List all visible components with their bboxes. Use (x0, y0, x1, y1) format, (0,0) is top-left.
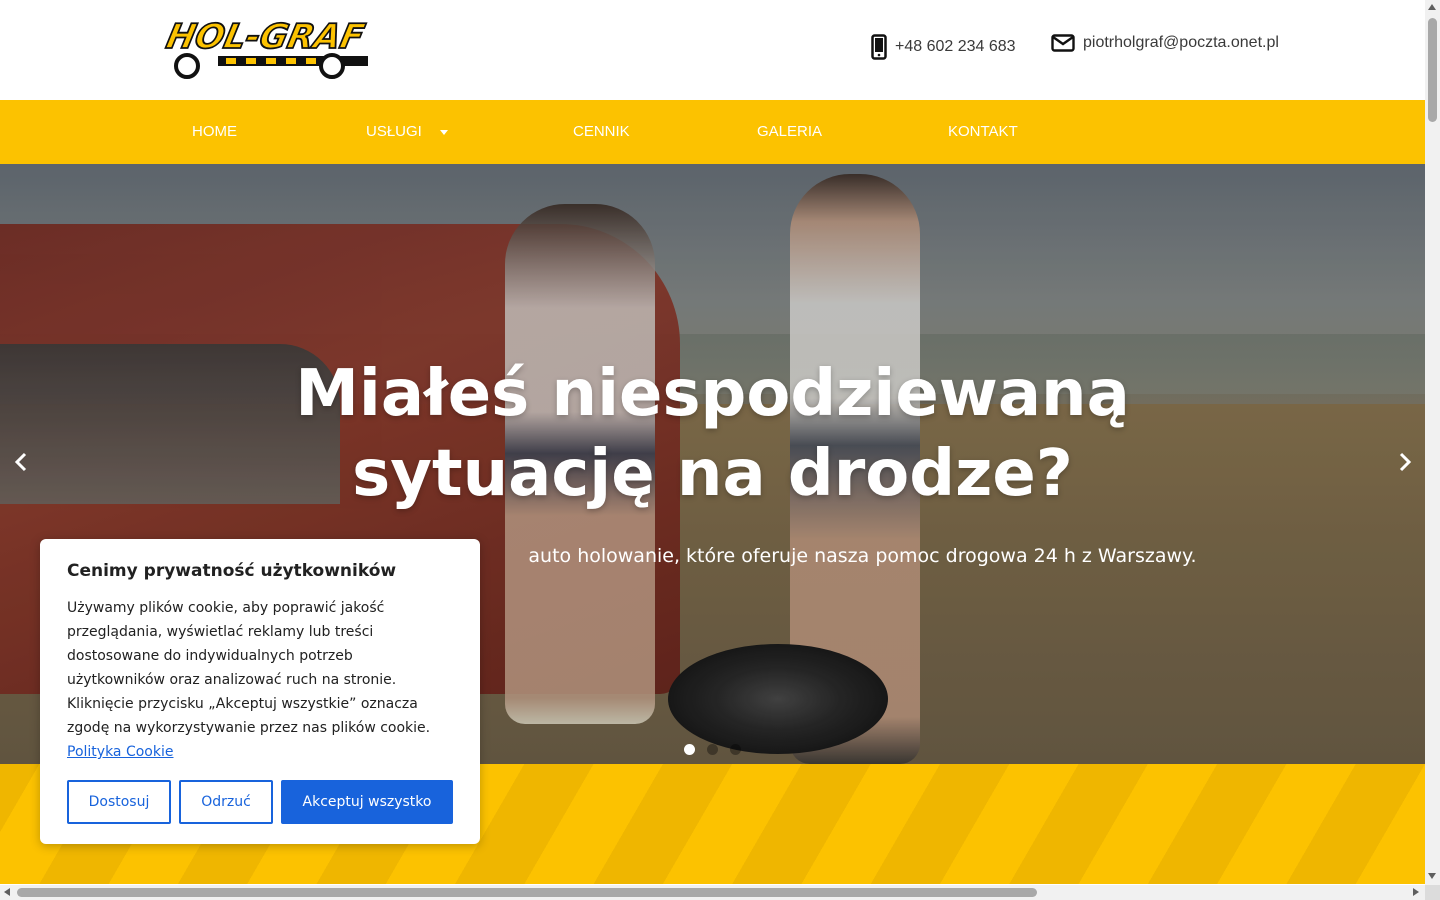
phone-number[interactable]: +48 602 234 683 (895, 38, 1016, 56)
horizontal-scroll-thumb[interactable] (17, 888, 1037, 897)
nav-item-label: USŁUGI (366, 123, 422, 140)
hero-title: Miałeś niespodziewaną sytuację na drodze… (0, 354, 1425, 514)
nav-item-label: GALERIA (757, 123, 823, 140)
slider-next-button[interactable] (1390, 447, 1420, 477)
chevron-down-icon (439, 129, 448, 135)
site-header: HOL-GRAF +48 602 234 683 piotrholgraf@po… (0, 0, 1425, 100)
site-logo[interactable]: HOL-GRAF (160, 14, 390, 82)
nav-item-kontakt[interactable]: KONTAKT (948, 100, 1018, 164)
logo-wordmark: HOL-GRAF (163, 17, 369, 57)
nav-item-uslugi[interactable]: USŁUGI (366, 100, 448, 164)
scroll-up-arrow-icon[interactable] (1428, 4, 1436, 10)
cookie-consent-dialog: Cenimy prywatność użytkowników Używamy p… (40, 539, 480, 844)
slider-dot-3[interactable] (730, 744, 741, 755)
nav-item-cennik[interactable]: CENNIK (573, 100, 630, 164)
scroll-right-arrow-icon[interactable] (1413, 888, 1419, 896)
slider-prev-button[interactable] (6, 447, 36, 477)
customize-button[interactable]: Dostosuj (67, 780, 171, 824)
horizontal-scrollbar[interactable] (0, 885, 1425, 900)
cookie-policy-link[interactable]: Polityka Cookie (67, 744, 173, 760)
main-nav: HOME USŁUGI CENNIK GALERIA KONTAKT (0, 100, 1425, 164)
scrollbar-corner (1425, 885, 1440, 900)
slider-dot-2[interactable] (707, 744, 718, 755)
hero-title-line2: sytuację na drodze? (352, 437, 1073, 511)
header-phone[interactable]: +48 602 234 683 (871, 34, 1016, 60)
vertical-scroll-thumb[interactable] (1428, 18, 1437, 122)
scroll-down-arrow-icon[interactable] (1428, 873, 1436, 879)
scroll-left-arrow-icon[interactable] (4, 888, 10, 896)
nav-item-label: CENNIK (573, 123, 630, 140)
nav-item-label: HOME (192, 123, 237, 140)
email-address[interactable]: piotrholgraf@poczta.onet.pl (1083, 34, 1279, 52)
chevron-right-icon (1399, 452, 1412, 472)
nav-item-label: KONTAKT (948, 123, 1018, 140)
accept-all-button[interactable]: Akceptuj wszystko (281, 780, 453, 824)
cookie-description: Używamy plików cookie, aby poprawić jako… (67, 600, 431, 736)
nav-item-home[interactable]: HOME (192, 100, 237, 164)
slider-pagination (684, 744, 741, 755)
vertical-scrollbar[interactable] (1425, 0, 1440, 885)
reject-button[interactable]: Odrzuć (179, 780, 273, 824)
hol-graf-logo-icon: HOL-GRAF (162, 16, 369, 79)
cookie-buttons: Dostosuj Odrzuć Akceptuj wszystko (67, 780, 453, 824)
header-email[interactable]: piotrholgraf@poczta.onet.pl (1051, 34, 1279, 52)
nav-item-galeria[interactable]: GALERIA (757, 100, 822, 164)
envelope-icon (1051, 34, 1075, 52)
cookie-text: Używamy plików cookie, aby poprawić jako… (67, 596, 453, 764)
slider-dot-1[interactable] (684, 744, 695, 755)
mobile-phone-icon (871, 34, 887, 60)
hero-title-line1: Miałeś niespodziewaną (295, 357, 1130, 431)
chevron-left-icon (14, 452, 27, 472)
cookie-title: Cenimy prywatność użytkowników (67, 561, 397, 581)
